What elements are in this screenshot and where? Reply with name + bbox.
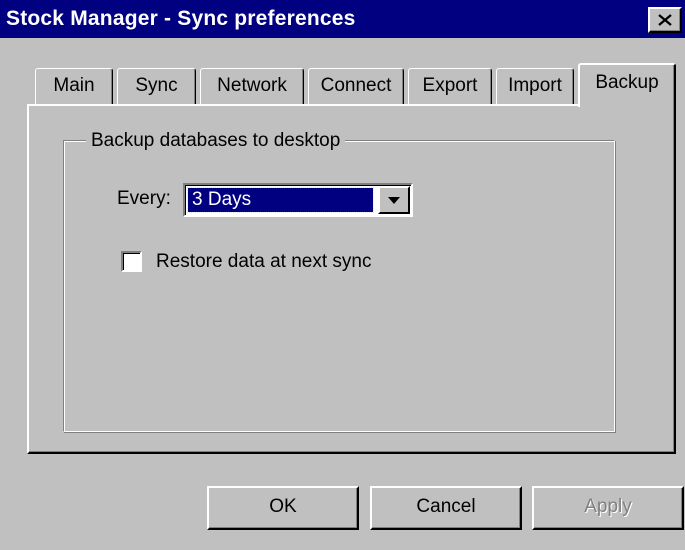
tab-network[interactable]: Network <box>200 68 304 104</box>
dropdown-button[interactable] <box>378 186 410 214</box>
apply-button[interactable]: Apply <box>532 486 684 530</box>
close-button[interactable] <box>648 7 682 33</box>
restore-checkbox-label[interactable]: Restore data at next sync <box>156 251 371 273</box>
tab-sync[interactable]: Sync <box>117 68 196 104</box>
tab-export[interactable]: Export <box>408 68 492 104</box>
chevron-down-icon <box>388 196 400 204</box>
every-label: Every: <box>117 188 171 209</box>
cancel-button[interactable]: Cancel <box>370 486 522 530</box>
window-title: Stock Manager - Sync preferences <box>6 7 356 30</box>
tab-backup[interactable]: Backup <box>578 63 676 107</box>
close-icon <box>658 14 672 26</box>
groupbox-label: Backup databases to desktop <box>86 130 346 152</box>
restore-checkbox[interactable] <box>121 251 142 272</box>
tab-import[interactable]: Import <box>496 68 574 104</box>
tab-main[interactable]: Main <box>35 68 113 104</box>
every-select-value[interactable]: 3 Days <box>187 187 374 213</box>
every-select[interactable]: 3 Days <box>183 183 413 217</box>
ok-button[interactable]: OK <box>207 486 359 530</box>
title-bar[interactable]: Stock Manager - Sync preferences <box>0 0 685 38</box>
tab-connect[interactable]: Connect <box>308 68 404 104</box>
